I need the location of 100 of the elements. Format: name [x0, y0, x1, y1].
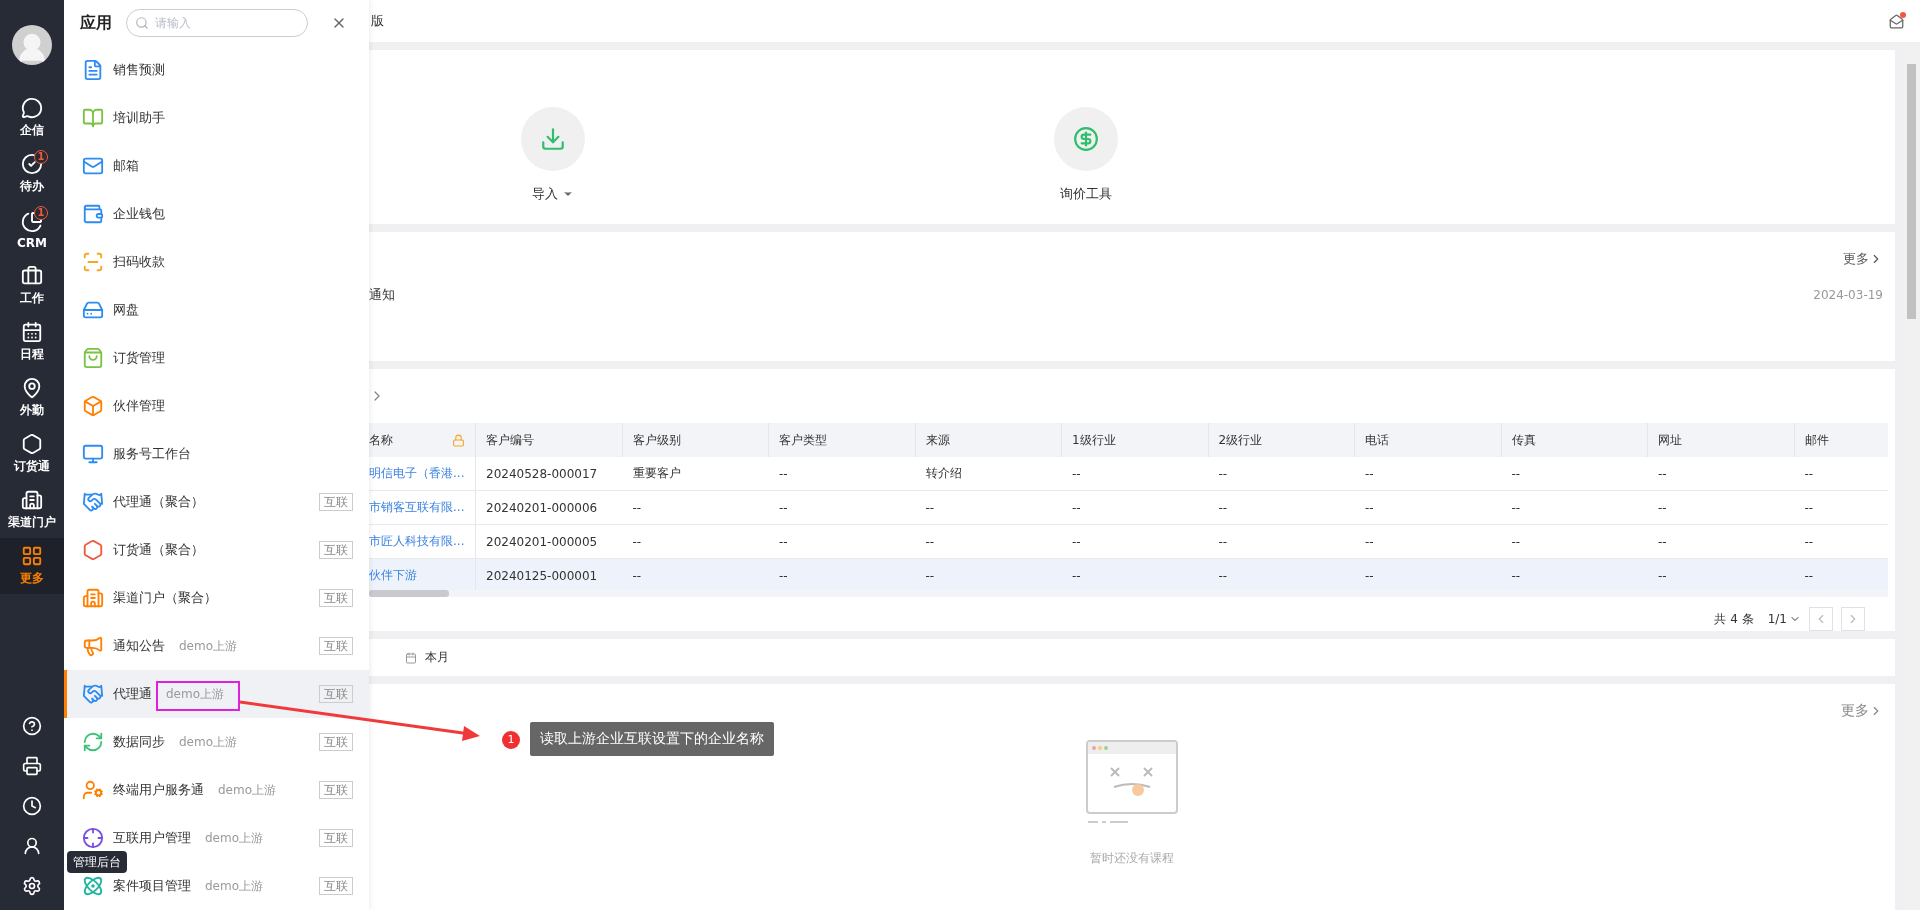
app-name: 代理通	[113, 685, 152, 703]
app-item[interactable]: 伙伴管理	[64, 382, 369, 430]
clock-icon[interactable]	[22, 796, 42, 816]
megaphone-icon	[81, 634, 105, 658]
search-field[interactable]: 请输入	[126, 9, 308, 37]
nav-item[interactable]: 更多	[0, 538, 64, 594]
page-title: 版	[371, 12, 384, 30]
column-header: 客户类型	[769, 423, 916, 457]
app-name: 网盘	[113, 301, 139, 319]
source-label: demo上游	[179, 637, 238, 655]
app-item[interactable]: 销售预测	[64, 46, 369, 94]
app-item[interactable]: 渠道门户（聚合） 互联	[64, 574, 369, 622]
notice-date: 2024-03-19	[1813, 288, 1883, 302]
nav-item[interactable]: 外勤	[0, 370, 64, 426]
atom-icon	[81, 874, 105, 898]
table-cell[interactable]: 市匠人科技有限...	[369, 525, 476, 559]
scroll-thumb[interactable]	[369, 590, 449, 597]
table-cell: --	[622, 559, 769, 590]
hexagon-icon	[81, 538, 105, 562]
column-header: 2级行业	[1208, 423, 1355, 457]
column-header: 邮件	[1794, 423, 1888, 457]
more-link[interactable]: 更多	[1841, 702, 1883, 720]
app-item[interactable]: 扫码收款	[64, 238, 369, 286]
app-item[interactable]: 邮箱	[64, 142, 369, 190]
nav-item[interactable]: 日程	[0, 314, 64, 370]
app-item[interactable]: 代理通 demo上游 互联	[64, 670, 369, 718]
app-name: 邮箱	[113, 157, 139, 175]
building-icon	[81, 586, 105, 610]
check-icon	[21, 153, 43, 175]
source-label: demo上游	[218, 781, 277, 799]
settings-icon[interactable]	[22, 876, 42, 896]
tag: 互联	[319, 877, 353, 895]
app-item[interactable]: 订货管理	[64, 334, 369, 382]
table-cell: --	[1794, 559, 1888, 590]
nav-item[interactable]: CRM 1	[0, 202, 64, 258]
building-icon	[21, 489, 43, 511]
table-cell: --	[1208, 559, 1355, 590]
table-cell[interactable]: 市销客互联有限...	[369, 491, 476, 525]
nav-item[interactable]: 工作	[0, 258, 64, 314]
tag: 互联	[319, 685, 353, 703]
count-badge: 1	[34, 206, 48, 220]
app-name: 终端用户服务通	[113, 781, 204, 799]
page-select[interactable]: 1/1	[1767, 612, 1801, 626]
help-icon[interactable]	[22, 716, 42, 736]
app-item[interactable]: 数据同步 demo上游 互联	[64, 718, 369, 766]
calendar-icon	[405, 651, 417, 664]
app-item[interactable]: 终端用户服务通 demo上游 互联	[64, 766, 369, 814]
app-item[interactable]: 网盘	[64, 286, 369, 334]
source-label: demo上游	[179, 733, 238, 751]
tag: 互联	[319, 541, 353, 559]
briefcase-icon	[21, 265, 43, 287]
calendar-icon	[21, 321, 43, 343]
date-filter[interactable]: 本月	[425, 649, 449, 666]
box-icon	[81, 394, 105, 418]
printer-icon[interactable]	[22, 756, 42, 776]
wallet-icon	[81, 202, 105, 226]
nav-item[interactable]: 订货通	[0, 426, 64, 482]
app-item[interactable]: 代理通（聚合） 互联	[64, 478, 369, 526]
horizontal-scrollbar[interactable]	[369, 590, 1888, 597]
total-count: 共 4 条	[1714, 610, 1754, 628]
table-cell: --	[769, 559, 916, 590]
notice-title[interactable]: 通知	[369, 286, 395, 304]
app-item[interactable]: 培训助手	[64, 94, 369, 142]
user-gear-icon	[81, 778, 105, 802]
tag: 互联	[319, 637, 353, 655]
nav-item[interactable]: 待办 1	[0, 146, 64, 202]
handshake-icon	[81, 682, 105, 706]
column-header: 1级行业	[1062, 423, 1209, 457]
table-cell[interactable]: 明信电子（香港...	[369, 457, 476, 491]
tag: 互联	[319, 829, 353, 847]
app-name: 伙伴管理	[113, 397, 165, 415]
table-cell[interactable]: 伙伴下游	[369, 559, 476, 590]
app-item[interactable]: 通知公告 demo上游 互联	[64, 622, 369, 670]
user-list-icon[interactable]	[22, 836, 42, 856]
lock-icon	[452, 433, 465, 447]
app-name: 企业钱包	[113, 205, 165, 223]
sync-icon	[81, 730, 105, 754]
app-item[interactable]: 服务号工作台	[64, 430, 369, 478]
app-item[interactable]: 企业钱包	[64, 190, 369, 238]
hexagon-icon	[21, 433, 43, 455]
app-item[interactable]: 订货通（聚合） 互联	[64, 526, 369, 574]
more-link[interactable]: 更多	[1843, 250, 1883, 268]
table-cell: --	[915, 559, 1062, 590]
nav-item[interactable]: 企信	[0, 90, 64, 146]
tooltip: 管理后台	[67, 851, 127, 873]
tool-button[interactable]: 导入	[453, 106, 653, 204]
mail-icon[interactable]	[1889, 13, 1904, 29]
monitor-icon	[81, 442, 105, 466]
app-name: 数据同步	[113, 733, 165, 751]
map-pin-icon	[21, 377, 43, 399]
avatar[interactable]	[12, 25, 52, 65]
tool-button[interactable]: 询价工具	[986, 106, 1186, 204]
source-label: demo上游	[166, 685, 225, 703]
bag-icon	[81, 346, 105, 370]
column-header: 网址	[1648, 423, 1795, 457]
app-name: 销售预测	[113, 61, 165, 79]
app-name: 订货管理	[113, 349, 165, 367]
book-icon	[81, 106, 105, 130]
column-header: 来源	[915, 423, 1062, 457]
nav-item[interactable]: 渠道门户	[0, 482, 64, 538]
